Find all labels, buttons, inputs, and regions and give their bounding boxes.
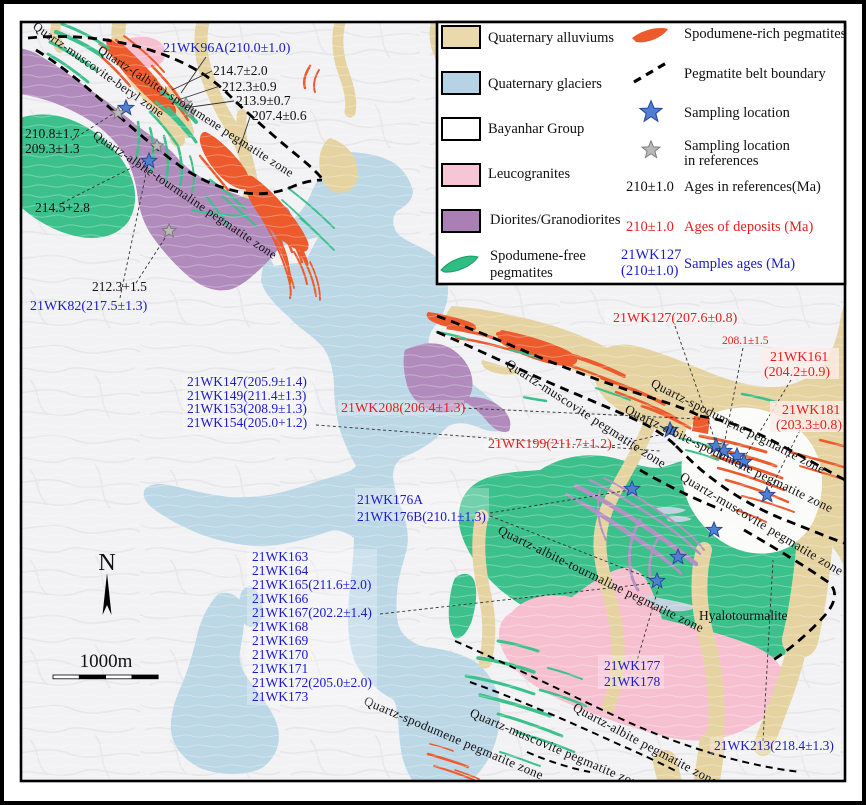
svg-text:Spodumene-free: Spodumene-free [490, 248, 586, 264]
svg-text:213.9±0.7: 213.9±0.7 [236, 93, 291, 108]
svg-text:21WK172(205.0±2.0): 21WK172(205.0±2.0) [252, 675, 372, 690]
svg-text:21WK96A(210.0±1.0): 21WK96A(210.0±1.0) [163, 41, 291, 56]
svg-text:21WK173: 21WK173 [252, 689, 308, 704]
svg-text:21WK127(207.6±0.8): 21WK127(207.6±0.8) [613, 311, 738, 326]
svg-text:210±1.0: 210±1.0 [626, 179, 674, 195]
svg-text:Diorites/Granodiorites: Diorites/Granodiorites [490, 212, 621, 228]
svg-text:(204.2±0.9): (204.2±0.9) [764, 365, 830, 380]
svg-text:212.3±0.9: 212.3±0.9 [222, 79, 277, 94]
svg-text:21WK164: 21WK164 [252, 563, 308, 578]
svg-text:(203.3±0.8): (203.3±0.8) [776, 418, 842, 433]
svg-text:209.3±1.3: 209.3±1.3 [25, 141, 80, 156]
svg-text:207.4±0.6: 207.4±0.6 [252, 108, 307, 123]
svg-text:21WK181: 21WK181 [782, 403, 840, 418]
svg-text:Sampling location: Sampling location [684, 138, 791, 154]
svg-text:Leucogranites: Leucogranites [488, 166, 570, 182]
svg-text:(210±1.0): (210±1.0) [621, 263, 679, 279]
svg-text:21WK177: 21WK177 [604, 658, 660, 673]
svg-text:21WK153(208.9±1.3): 21WK153(208.9±1.3) [187, 401, 307, 416]
svg-text:21WK171: 21WK171 [252, 661, 308, 676]
svg-text:Quaternary glaciers: Quaternary glaciers [488, 76, 602, 92]
svg-text:Sampling location: Sampling location [684, 105, 791, 121]
svg-text:Bayanhar Group: Bayanhar Group [488, 121, 584, 137]
svg-text:21WK213(218.4±1.3): 21WK213(218.4±1.3) [714, 738, 834, 753]
svg-text:Pegmatite belt boundary: Pegmatite belt boundary [684, 66, 826, 82]
svg-text:Spodumene-rich pegmatites: Spodumene-rich pegmatites [684, 26, 847, 42]
svg-text:208.1±1.5: 208.1±1.5 [722, 335, 769, 347]
svg-text:210±1.0: 210±1.0 [626, 219, 674, 235]
svg-text:Ages of deposits (Ma): Ages of deposits (Ma) [684, 219, 813, 235]
svg-text:Ages in references(Ma): Ages in references(Ma) [684, 179, 821, 195]
svg-text:Samples ages (Ma): Samples ages (Ma) [684, 256, 795, 272]
svg-text:Hyalotourmalite: Hyalotourmalite [699, 608, 787, 623]
svg-text:21WK199(211.7±1.2): 21WK199(211.7±1.2) [488, 437, 612, 452]
svg-text:21WK82(217.5±1.3): 21WK82(217.5±1.3) [30, 299, 148, 314]
svg-text:212.3+1.5: 212.3+1.5 [92, 279, 147, 294]
svg-text:210.8±1.7: 210.8±1.7 [25, 126, 80, 141]
svg-text:214.7±2.0: 214.7±2.0 [213, 63, 268, 78]
svg-text:21WK127: 21WK127 [621, 247, 681, 263]
svg-text:21WK176B(210.1±1.3): 21WK176B(210.1±1.3) [357, 509, 486, 524]
svg-text:21WK176A: 21WK176A [357, 492, 423, 507]
svg-text:pegmatites: pegmatites [490, 265, 553, 281]
svg-text:1000m: 1000m [80, 651, 133, 672]
svg-text:in references: in references [684, 153, 759, 169]
svg-text:21WK178: 21WK178 [604, 674, 660, 689]
svg-text:21WK166: 21WK166 [252, 591, 308, 606]
svg-text:21WK169: 21WK169 [252, 633, 308, 648]
svg-text:21WK163: 21WK163 [252, 549, 308, 564]
svg-text:21WK170: 21WK170 [252, 647, 308, 662]
svg-text:21WK168: 21WK168 [252, 619, 308, 634]
svg-text:21WK208(206.4±1.3): 21WK208(206.4±1.3) [341, 401, 466, 416]
svg-text:214.5+2.8: 214.5+2.8 [35, 200, 90, 215]
svg-text:N: N [98, 550, 115, 576]
svg-text:21WK167(202.2±1.4): 21WK167(202.2±1.4) [252, 605, 372, 620]
svg-text:21WK165(211.6±2.0): 21WK165(211.6±2.0) [252, 577, 371, 592]
svg-text:Quaternary alluviums: Quaternary alluviums [488, 30, 614, 46]
svg-text:21WK154(205.0+1.2): 21WK154(205.0+1.2) [187, 415, 307, 430]
svg-text:21WK161: 21WK161 [770, 350, 828, 365]
svg-text:21WK147(205.9±1.4): 21WK147(205.9±1.4) [187, 374, 307, 389]
